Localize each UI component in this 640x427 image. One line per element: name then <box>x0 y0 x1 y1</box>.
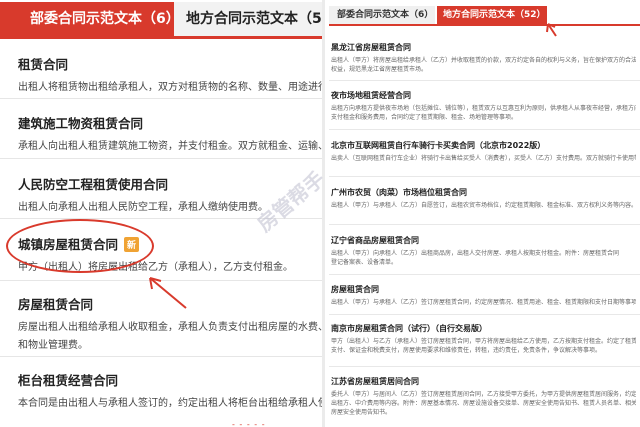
left-tab-bar: 部委合同示范文本（6） 地方合同示范文本（52） <box>0 2 322 36</box>
divider <box>0 98 322 99</box>
item-title[interactable]: 房屋租赁合同 <box>331 284 379 295</box>
item-desc: 出卖人（互联网租赁自行车企业）将骑行卡出售给买受人（消费者），买受人（乙方）支付… <box>331 155 636 162</box>
divider <box>0 158 322 159</box>
item-desc: 房屋安全使用告知书。 <box>331 409 392 416</box>
divider <box>0 356 322 357</box>
item-title[interactable]: 江苏省房屋租赁居间合同 <box>331 376 419 387</box>
item-title[interactable]: 房屋租赁合同 <box>18 294 93 313</box>
item-desc: 出租人将租赁物出租给承租人，双方对租赁物的名称、数量、用途进行约定。 <box>18 82 322 93</box>
right-panel: 部委合同示范文本（6） 地方合同示范文本（52） 黑龙江省房屋租赁合同 出租人（… <box>325 0 640 427</box>
item-desc: 出租人（甲方）与承租人（乙方）签订房屋租赁合同，约定房屋情况、租赁用途、租金、租… <box>331 299 636 306</box>
item-desc: 出租人（甲方）与承租人（乙方）自愿签订，出租农贸市场档位，约定租赁期限、租金标准… <box>331 202 636 209</box>
left-tab-local[interactable]: 地方合同示范文本（52） <box>174 2 322 36</box>
item-title[interactable]: 北京市互联网租赁自行车骑行卡买卖合同（北京市2022版） <box>331 140 545 151</box>
item-desc: 出租方、中介费用等内容。附件：房屋基本情况、房屋设施设备交接单、房屋安全使用告知… <box>331 400 636 407</box>
right-tab-underline <box>329 24 640 26</box>
item-title[interactable]: 柜台租赁经营合同 <box>18 370 118 389</box>
item-title[interactable]: 夜市场地租赁经营合同 <box>331 90 411 101</box>
item-desc: 出租人（甲方）将房屋出租给承租人（乙方）并收取租赁的价款，双方约定各自的权利与义… <box>331 57 636 64</box>
item-desc: 本合同是由出租人与承租人签订的，约定出租人将柜台出租给承租人使用，承租人支付租金… <box>18 398 322 409</box>
item-desc: 委托人（甲方）与居间人（乙方）签订房屋租赁居间合同，乙方接受甲方委托，为甲方提供… <box>331 391 636 398</box>
divider <box>329 129 640 130</box>
item-desc-continued: 和物业管理费。 <box>18 340 88 351</box>
divider <box>329 366 640 367</box>
divider <box>329 224 640 225</box>
divider <box>0 280 322 281</box>
item-desc: 甲方（出租人）与乙方（承租人）签订房屋租赁合同，甲方将房屋出租给乙方使用，乙方按… <box>331 338 636 345</box>
item-desc: 出租人（甲方）向承租人（乙方）出租商品房，出租人交付房屋、承租人按期支付租金。附… <box>331 250 620 257</box>
left-tab-ministry[interactable]: 部委合同示范文本（6） <box>0 2 180 36</box>
item-title[interactable]: 广州市农贸（肉菜）市场档位租赁合同 <box>331 187 467 198</box>
right-tab-ministry[interactable]: 部委合同示范文本（6） <box>329 6 435 24</box>
left-tab-underline <box>0 36 322 39</box>
divider <box>329 176 640 177</box>
pagination-dots: - - - - - <box>232 420 266 427</box>
item-title[interactable]: 租赁合同 <box>18 54 68 73</box>
highlight-circle <box>6 219 154 273</box>
item-desc: 支付租金和服务费用，合同约定了租赁期限、租金、场地管理等事项。 <box>331 114 518 121</box>
item-title[interactable]: 建筑施工物资租赁合同 <box>18 113 143 132</box>
item-desc: 房屋出租人出租给承租人收取租金，承租人负责支付出租房屋的水费、电费、煤气费等费用 <box>18 322 322 333</box>
divider <box>329 314 640 315</box>
item-title[interactable]: 辽宁省商品房屋租赁合同 <box>331 235 419 246</box>
divider <box>329 80 640 81</box>
item-title[interactable]: 人民防空工程租赁使用合同 <box>18 174 168 193</box>
item-desc: 支付、保证金和税费支付，房屋使用要求和维修责任，转租，违约责任，免责条件，争议解… <box>331 347 602 354</box>
right-tab-local[interactable]: 地方合同示范文本（52） <box>437 6 547 24</box>
divider <box>329 274 640 275</box>
item-title[interactable]: 南京市房屋租赁合同（试行）（自行交易版） <box>331 323 487 334</box>
item-desc: 承租人向出租人租赁建筑施工物资，并支付租金。双方就租金、运输、违约等事项进行约定… <box>18 141 322 152</box>
item-desc: 出租方向承租方提供夜市场地（包括摊位、铺位等），租赁双方以互惠互利为原则，供承租… <box>331 105 636 112</box>
item-desc: 登记备案表、设备清单。 <box>331 259 398 266</box>
item-desc: 权益，规范黑龙江省房屋租赁市场。 <box>331 66 428 73</box>
item-title[interactable]: 黑龙江省房屋租赁合同 <box>331 42 411 53</box>
